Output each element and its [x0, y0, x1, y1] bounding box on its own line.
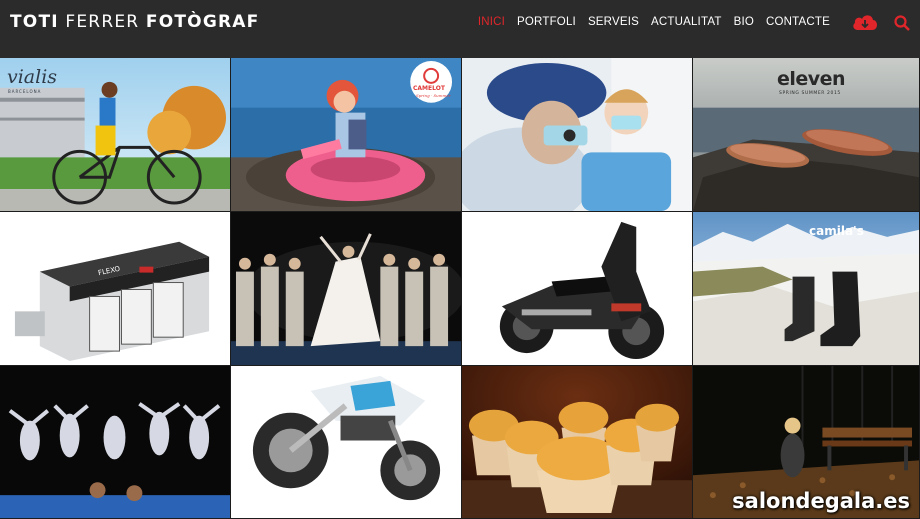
vialis-brand-text: vialis: [7, 66, 58, 88]
portfolio-tile-muffins[interactable]: [462, 366, 693, 519]
dance-stage-image: [231, 212, 461, 365]
muffins-image: [462, 366, 692, 518]
eleven-brand-sub: SPRING SUMMER 2015: [779, 91, 841, 96]
nav-item-portfoli[interactable]: PORTFOLI: [511, 16, 582, 28]
portfolio-tile-cyclist[interactable]: vialis BARCELONA: [0, 58, 231, 212]
nav-item-bio[interactable]: BIO: [728, 16, 760, 28]
portfolio-tile-motocross[interactable]: [231, 366, 462, 519]
dancers-image: [0, 366, 230, 518]
portfolio-tile-printing-machine[interactable]: FLEXO: [0, 212, 231, 366]
printing-machine-image: [0, 212, 230, 365]
child-ring-image: [231, 58, 461, 211]
portfolio-tile-dancers[interactable]: [0, 366, 231, 519]
nav-item-contacte[interactable]: CONTACTE: [760, 16, 836, 28]
logo-title: FOTÒGRAF: [145, 12, 260, 32]
search-icon[interactable]: [893, 14, 911, 32]
watermark-text: salondegala.es: [732, 489, 910, 513]
site-header: TOTI FERRER FOTÒGRAF INICI PORTFOLI SERV…: [0, 0, 920, 58]
cloud-download-icon[interactable]: [851, 12, 879, 32]
camilas-brand-text: camila's: [809, 224, 864, 238]
camelot-brand-text: CAMELOT: [413, 85, 445, 92]
portfolio-tile-child-ring[interactable]: CAMELOT Spring · Summer: [231, 58, 462, 212]
portfolio-grid: vialis BARCELONA CAMELOT Spring · Summer: [0, 58, 920, 519]
nav-item-actualitat[interactable]: ACTUALITAT: [645, 16, 728, 28]
vialis-brand-sub: BARCELONA: [8, 89, 42, 94]
nav-item-inici[interactable]: INICI: [472, 16, 511, 28]
site-logo[interactable]: TOTI FERRER FOTÒGRAF: [10, 12, 259, 32]
dentist-image: [462, 58, 692, 211]
logo-last-name: FERRER: [65, 12, 140, 32]
eleven-brand-text: eleven: [777, 68, 846, 90]
portfolio-tile-boots[interactable]: camila's: [693, 212, 920, 366]
scooter-brand-text: GIMKO: [592, 342, 609, 348]
portfolio-tile-dentist[interactable]: [462, 58, 693, 212]
camelot-brand-sub: Spring · Summer: [416, 93, 451, 98]
motocross-image: [231, 366, 461, 518]
portfolio-tile-sandals[interactable]: eleven SPRING SUMMER 2015: [693, 58, 920, 212]
scooter-image: [462, 212, 692, 365]
main-nav: INICI PORTFOLI SERVEIS ACTUALITAT BIO CO…: [472, 16, 836, 28]
portfolio-tile-dance-stage[interactable]: [231, 212, 462, 366]
logo-first-name: TOTI: [10, 12, 59, 32]
boots-image: [693, 212, 919, 365]
nav-item-serveis[interactable]: SERVEIS: [582, 16, 645, 28]
portfolio-tile-scooter[interactable]: GIMKO: [462, 212, 693, 366]
